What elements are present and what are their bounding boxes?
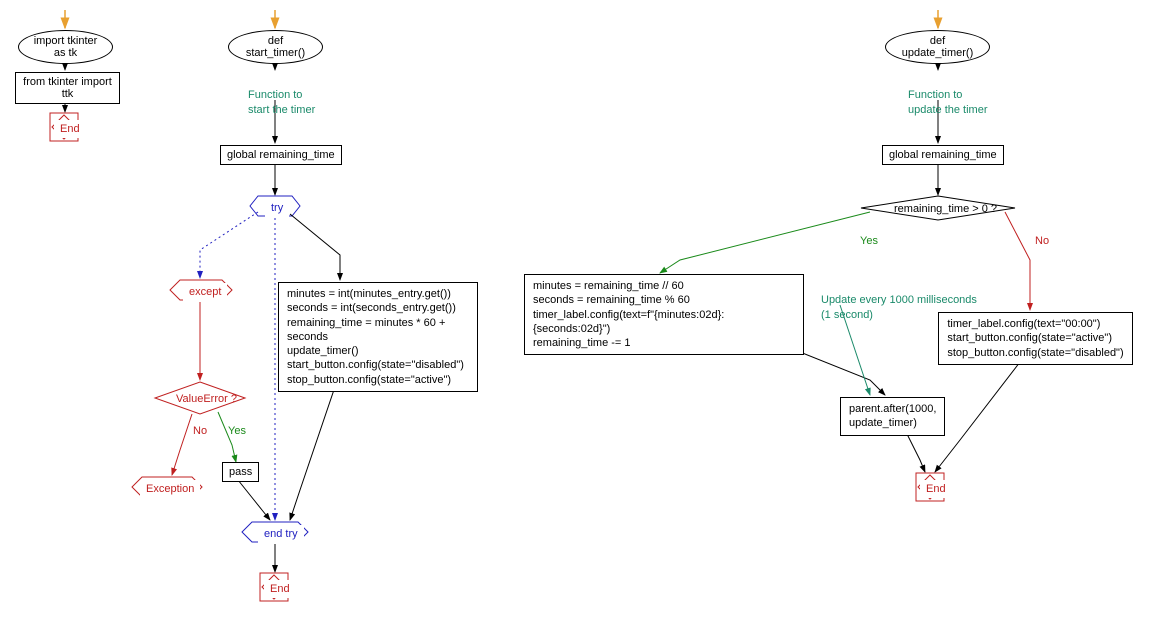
try-text: try [271, 202, 283, 214]
yes-label-2: Yes [860, 235, 878, 247]
global-text-1: global remaining_time [227, 149, 335, 161]
pass-node: pass [222, 462, 259, 482]
global-remaining-1: global remaining_time [220, 145, 342, 165]
yes-text-1: Yes [228, 425, 246, 437]
end-try-node: end try [258, 525, 304, 543]
end-text-2: End [270, 583, 290, 595]
value-error-node: ValueError ? [170, 390, 243, 408]
start-timer-comment-text: Function to start the timer [248, 89, 315, 115]
exception-node: Exception [140, 480, 200, 498]
try-body-text: minutes = int(minutes_entry.get()) secon… [287, 287, 469, 387]
update-timer-comment-text: Function to update the timer [908, 89, 988, 115]
yes-body-text: minutes = remaining_time // 60 seconds =… [533, 279, 795, 350]
no-label-2: No [1035, 235, 1049, 247]
no-body-text: timer_label.config(text="00:00") start_b… [947, 317, 1123, 360]
end-label-3: End [920, 480, 952, 498]
start-timer-comment: Function to start the timer [240, 70, 323, 121]
end-label-2: End [264, 580, 296, 598]
exception-text: Exception [146, 483, 194, 495]
import-text: import tkinter as tk [31, 35, 100, 59]
import-node: import tkinter as tk [18, 30, 113, 64]
except-node: except [183, 283, 227, 301]
no-label-1: No [193, 425, 207, 437]
from-import-node: from tkinter import ttk [15, 72, 120, 104]
update-timer-comment: Function to update the timer [900, 70, 996, 121]
except-text: except [189, 286, 221, 298]
after-body-text: parent.after(1000, update_timer) [849, 402, 936, 431]
def-update-timer: def update_timer() [885, 30, 990, 64]
end-text-3: End [926, 483, 946, 495]
global-text-2: global remaining_time [889, 149, 997, 161]
condition-text: remaining_time > 0 ? [894, 203, 997, 215]
end-try-text: end try [264, 528, 298, 540]
end-label-1: End [54, 120, 86, 138]
try-body: minutes = int(minutes_entry.get()) secon… [278, 282, 478, 392]
yes-label-1: Yes [228, 425, 246, 437]
global-remaining-2: global remaining_time [882, 145, 1004, 165]
def-start-timer: def start_timer() [228, 30, 323, 64]
try-node: try [265, 199, 289, 217]
def-update-timer-text: def update_timer() [898, 35, 977, 59]
no-text-1: No [193, 425, 207, 437]
value-error-text: ValueError ? [176, 393, 237, 405]
condition-node: remaining_time > 0 ? [888, 200, 1003, 218]
no-text-2: No [1035, 235, 1049, 247]
no-body-node: timer_label.config(text="00:00") start_b… [938, 312, 1133, 365]
after-body-node: parent.after(1000, update_timer) [840, 397, 945, 436]
def-start-timer-text: def start_timer() [241, 35, 310, 59]
yes-body-node: minutes = remaining_time // 60 seconds =… [524, 274, 804, 355]
from-import-text: from tkinter import ttk [22, 76, 113, 100]
end-text-1: End [60, 123, 80, 135]
pass-text: pass [229, 466, 252, 478]
yes-text-2: Yes [860, 235, 878, 247]
